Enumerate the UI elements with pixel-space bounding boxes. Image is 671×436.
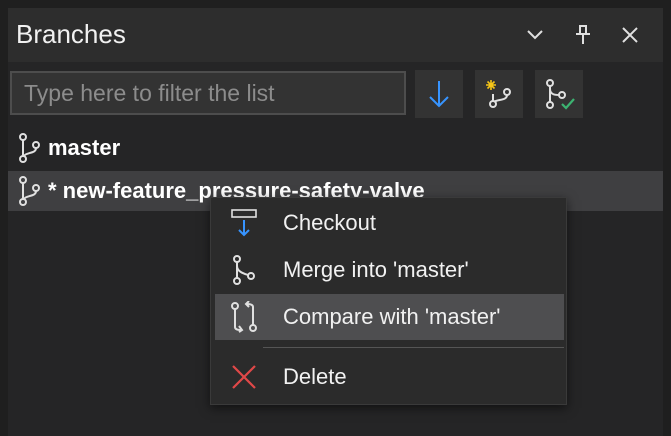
branch-icon (16, 131, 48, 165)
menu-item-label: Checkout (283, 210, 376, 235)
branch-label: master (48, 135, 121, 160)
menu-item-label: Compare with 'master' (283, 304, 501, 329)
filter-input[interactable] (10, 71, 406, 115)
new-branch-icon (486, 80, 511, 108)
arrow-down-icon (429, 81, 449, 108)
checkout-icon (215, 200, 273, 246)
pin-button[interactable] (568, 20, 598, 50)
menu-item-delete[interactable]: Delete (215, 354, 564, 400)
new-branch-button[interactable] (475, 70, 523, 118)
menu-item-compare[interactable]: Compare with 'master' (215, 294, 564, 340)
menu-item-checkout[interactable]: Checkout (215, 200, 564, 246)
pin-icon (576, 25, 590, 44)
panel-title: Branches (16, 19, 126, 49)
delete-icon (215, 354, 273, 400)
checkout-branch-button[interactable] (535, 70, 583, 118)
compare-icon (215, 294, 273, 340)
menu-item-label: Merge into 'master' (283, 257, 469, 282)
menu-separator (263, 347, 564, 348)
fetch-button[interactable] (415, 70, 463, 118)
title-bar: Branches (8, 8, 663, 62)
menu-item-merge[interactable]: Merge into 'master' (215, 247, 564, 293)
branch-check-icon (546, 79, 575, 110)
chevron-down-icon (527, 30, 543, 40)
close-button[interactable] (615, 20, 645, 50)
menu-item-label: Delete (283, 364, 347, 389)
context-menu: Checkout Merge into 'master' Compare wit… (210, 197, 567, 405)
close-icon (622, 27, 638, 43)
merge-icon (215, 247, 273, 293)
branch-icon (16, 174, 48, 208)
branch-item-master[interactable]: master (16, 128, 120, 168)
dropdown-button[interactable] (520, 20, 550, 50)
